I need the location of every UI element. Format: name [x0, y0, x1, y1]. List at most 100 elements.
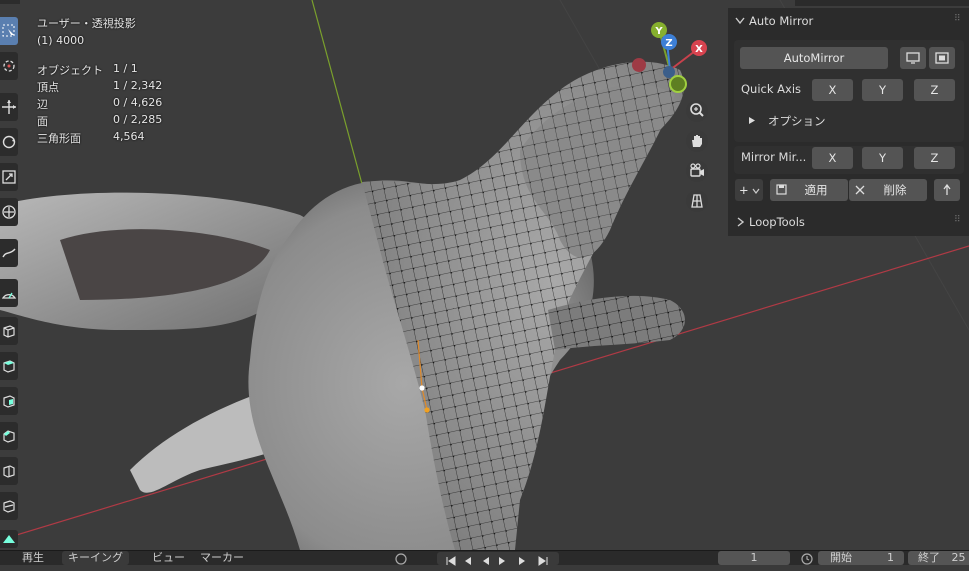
stat-label: 面 — [37, 115, 48, 128]
record-icon[interactable] — [395, 553, 407, 565]
select-box-tool[interactable] — [0, 17, 18, 45]
annotate-icon — [2, 248, 16, 258]
quick-axis-z-button[interactable]: Z — [914, 79, 955, 101]
neg-x-handle[interactable] — [632, 58, 646, 72]
quick-axis-x-button[interactable]: X — [812, 79, 853, 101]
bevel-icon — [3, 430, 15, 443]
select-box-icon — [2, 24, 15, 37]
measure-icon — [1, 292, 17, 299]
drag-grip-icon[interactable]: ⠿ — [954, 215, 961, 225]
z-axis-label: Z — [665, 38, 672, 49]
move-tool[interactable] — [0, 93, 18, 121]
cursor-icon — [3, 60, 15, 72]
delete-label: 削除 — [883, 183, 907, 197]
pan-button[interactable] — [685, 129, 709, 153]
move-up-button[interactable] — [934, 179, 960, 201]
sidebar-panel: Auto Mirror ⠿ AutoMirror Quick Axis X Y … — [728, 8, 969, 236]
mirror-x-button[interactable]: X — [812, 147, 853, 169]
start-frame-field[interactable]: 開始 1 — [818, 551, 904, 565]
fullscreen-toggle-button[interactable] — [929, 47, 955, 69]
keying-menu[interactable]: キーイング — [62, 551, 129, 565]
end-frame-field[interactable]: 終了 25 — [908, 551, 969, 565]
add-cube-tool[interactable] — [0, 317, 18, 345]
frame-icon — [935, 52, 949, 64]
stat-value: 4,564 — [113, 130, 145, 143]
annotate-tool[interactable] — [0, 239, 18, 267]
zoom-icon — [686, 100, 708, 122]
start-value: 1 — [887, 551, 894, 564]
rotate-icon — [2, 135, 16, 149]
cube-icon — [3, 325, 15, 338]
y-axis-label: Y — [654, 26, 663, 37]
bevel-tool[interactable] — [0, 422, 18, 450]
add-modifier-dropdown[interactable]: + — [735, 179, 763, 201]
marker-menu[interactable]: マーカー — [200, 551, 244, 565]
x-axis-label: X — [695, 44, 703, 55]
chevron-down-icon — [735, 17, 745, 25]
looptools-title: LoopTools — [749, 215, 805, 229]
stat-value: 1 / 2,342 — [113, 79, 163, 92]
inset-tool[interactable] — [0, 387, 18, 415]
viewport-toggle-button[interactable] — [900, 47, 926, 69]
loop-cut-tool[interactable] — [0, 457, 18, 485]
quick-axis-label: Quick Axis — [741, 82, 802, 96]
stat-label: オブジェクト — [37, 64, 103, 77]
neg-y-handle[interactable] — [669, 75, 687, 93]
camera-view-button[interactable] — [685, 159, 709, 183]
transform-icon — [2, 205, 16, 219]
chevron-right-icon — [737, 217, 744, 227]
stat-value: 0 / 2,285 — [113, 113, 163, 126]
playback-icons[interactable] — [437, 554, 559, 567]
current-frame-field[interactable]: 1 — [718, 551, 790, 565]
auto-mirror-title: Auto Mirror — [749, 14, 814, 28]
triangle-right-icon — [749, 117, 755, 124]
view-menu[interactable]: ビュー — [152, 551, 185, 565]
object-name: (1) 4000 — [37, 34, 85, 47]
rotate-tool[interactable] — [0, 128, 18, 156]
neg-z-handle[interactable] — [663, 66, 675, 78]
clock-icon[interactable] — [800, 553, 814, 565]
stat-label: 三角形面 — [37, 132, 81, 145]
mirror-z-button[interactable]: Z — [914, 147, 955, 169]
inset-icon — [3, 395, 15, 408]
options-label: オプション — [768, 114, 826, 128]
save-icon — [776, 184, 787, 195]
perspective-toggle-button[interactable] — [685, 189, 709, 213]
end-label: 終了 — [918, 551, 940, 564]
chevron-down-icon — [752, 188, 760, 194]
loop-cut-icon — [3, 465, 15, 478]
knife-icon — [3, 500, 15, 513]
playback-controls — [437, 552, 559, 567]
top-header-strip — [795, 0, 969, 6]
move-icon — [2, 100, 16, 114]
delete-button[interactable]: 削除 — [849, 179, 927, 201]
apply-label: 適用 — [804, 183, 828, 197]
zoom-button[interactable] — [685, 99, 709, 123]
toolbar-top-strip — [0, 0, 20, 4]
stat-label: 頂点 — [37, 81, 59, 94]
playback-menu[interactable]: 再生 — [22, 551, 44, 565]
mirror-y-button[interactable]: Y — [862, 147, 903, 169]
knife-tool[interactable] — [0, 492, 18, 520]
cursor-tool[interactable] — [0, 52, 18, 80]
stat-value: 1 / 1 — [113, 62, 138, 75]
poly-build-tool[interactable] — [0, 530, 18, 548]
apply-button[interactable]: 適用 — [770, 179, 848, 201]
hand-icon — [686, 130, 708, 152]
stat-value: 0 / 4,626 — [113, 96, 163, 109]
quick-axis-y-button[interactable]: Y — [862, 79, 903, 101]
arrow-up-icon — [943, 183, 951, 195]
stat-label: 辺 — [37, 98, 48, 111]
navigation-gizmo[interactable]: X Y Z — [625, 20, 715, 100]
close-icon — [855, 185, 865, 195]
monitor-icon — [906, 52, 920, 64]
automirror-button[interactable]: AutoMirror — [740, 47, 888, 69]
transform-tool[interactable] — [0, 198, 18, 226]
extrude-icon — [3, 360, 15, 373]
extrude-tool[interactable] — [0, 352, 18, 380]
scale-tool[interactable] — [0, 163, 18, 191]
poly-build-icon — [3, 535, 15, 543]
add-label: + — [739, 183, 749, 197]
measure-tool[interactable] — [0, 279, 18, 307]
drag-grip-icon[interactable]: ⠿ — [954, 14, 961, 24]
